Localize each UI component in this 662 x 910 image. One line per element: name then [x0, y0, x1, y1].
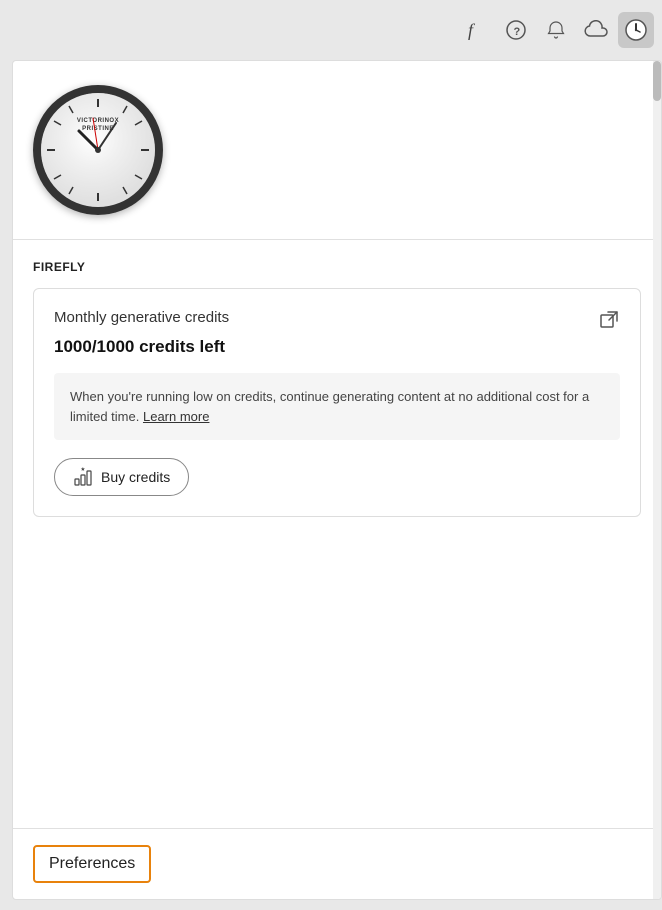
clock-section: VICTORINOX PRISTINE	[13, 61, 661, 240]
credits-info-box: When you're running low on credits, cont…	[54, 373, 620, 440]
credits-info-text: When you're running low on credits, cont…	[70, 387, 604, 426]
svg-text:f: f	[468, 20, 476, 40]
svg-text:?: ?	[514, 26, 521, 38]
external-link-icon[interactable]	[598, 309, 620, 331]
preferences-label: Preferences	[49, 855, 135, 872]
bell-icon-button[interactable]	[538, 12, 574, 48]
clock-ticks	[41, 93, 155, 207]
cloud-icon-button[interactable]	[578, 12, 614, 48]
font-icon-button[interactable]: f	[458, 12, 494, 48]
credits-count: 1000/1000 credits left	[54, 337, 620, 357]
clock-inner: VICTORINOX PRISTINE	[41, 93, 155, 207]
buy-credits-button[interactable]: Buy credits	[54, 458, 189, 496]
section-label: FIREFLY	[33, 260, 641, 274]
main-panel: VICTORINOX PRISTINE	[12, 60, 662, 900]
help-icon-button[interactable]: ?	[498, 12, 534, 48]
preferences-button[interactable]: Preferences	[33, 845, 151, 883]
scrollbar-thumb[interactable]	[653, 61, 661, 101]
buy-credits-label: Buy credits	[101, 469, 170, 485]
clock-icon-button[interactable]	[618, 12, 654, 48]
credits-header: Monthly generative credits	[54, 309, 620, 331]
scrollbar[interactable]	[653, 61, 661, 899]
clock-face: VICTORINOX PRISTINE	[33, 85, 163, 215]
buy-credits-icon	[73, 467, 93, 487]
preferences-section: Preferences	[13, 828, 661, 899]
firefly-section: FIREFLY Monthly generative credits 1000/…	[13, 240, 661, 529]
credits-title: Monthly generative credits	[54, 309, 229, 326]
toolbar: f ?	[0, 0, 662, 60]
credits-card: Monthly generative credits 1000/1000 cre…	[33, 288, 641, 517]
learn-more-link[interactable]: Learn more	[143, 409, 209, 424]
